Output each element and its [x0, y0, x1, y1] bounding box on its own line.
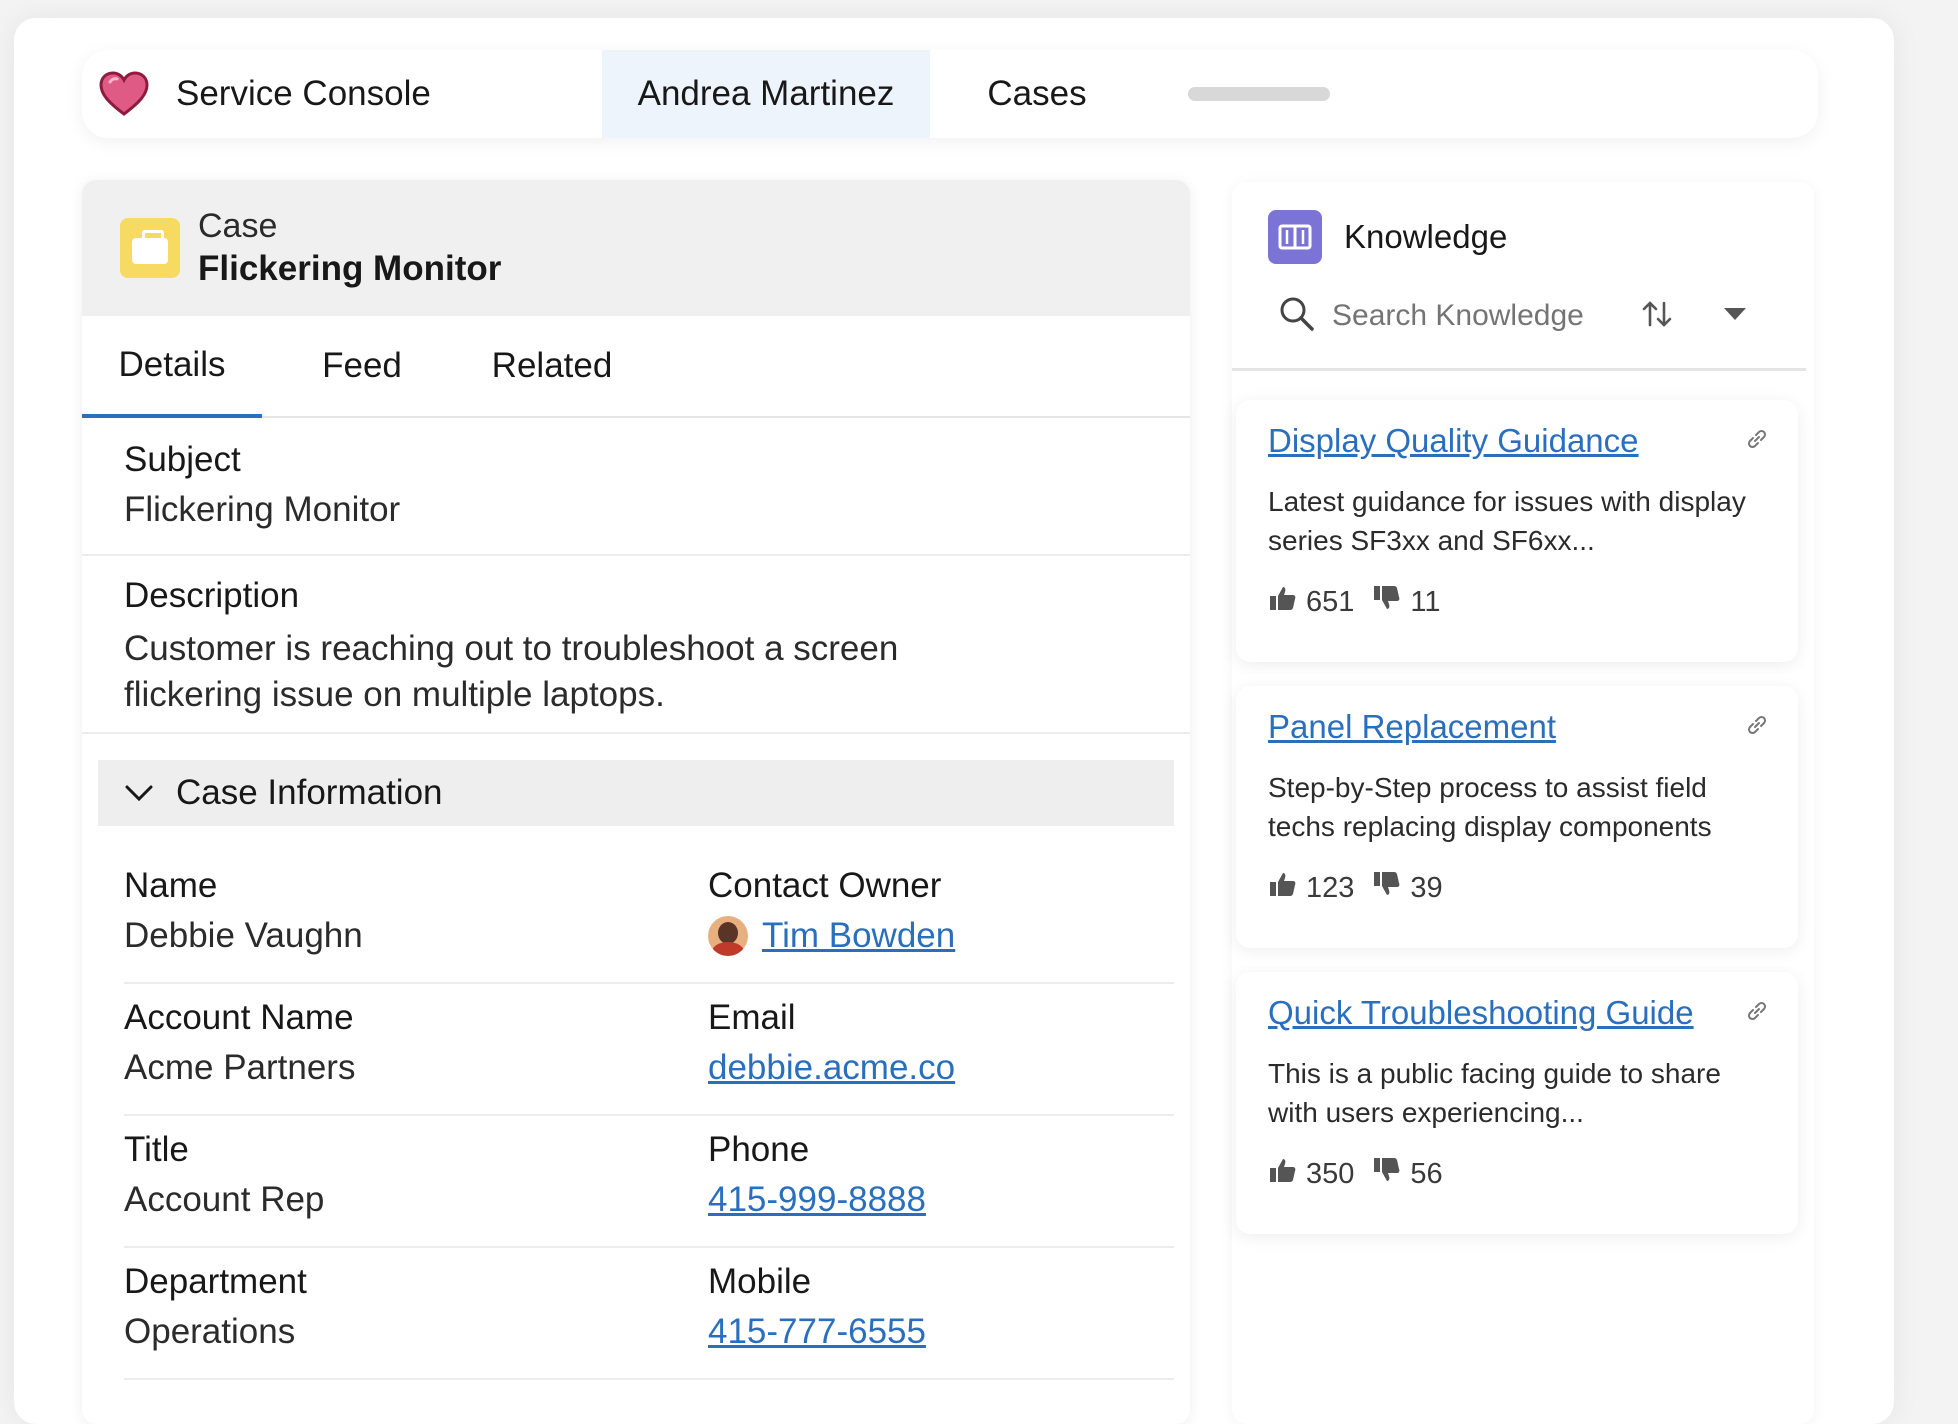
field-label: Title	[124, 1130, 189, 1169]
book-icon	[1268, 210, 1322, 264]
knowledge-header: Knowledge	[1232, 182, 1814, 264]
app-name: Service Console	[176, 74, 431, 113]
mobile-link[interactable]: 415-777-6555	[708, 1312, 1174, 1352]
subject-label: Subject	[124, 440, 241, 479]
account-name-field: Account Name Acme Partners	[124, 984, 708, 1116]
thumbs-down-icon[interactable]	[1372, 1156, 1402, 1192]
thumbs-down-icon[interactable]	[1372, 584, 1402, 620]
top-navigation: Service Console Andrea Martinez Cases	[82, 50, 1818, 138]
field-label: Email	[708, 998, 796, 1037]
loading-tab-placeholder	[1188, 87, 1330, 101]
email-link[interactable]: debbie.acme.co	[708, 1048, 1174, 1088]
description-field: Description Customer is reaching out to …	[82, 556, 1190, 734]
field-value: Debbie Vaughn	[124, 916, 363, 955]
field-label: Name	[124, 866, 218, 905]
subject-value: Flickering Monitor	[124, 490, 401, 529]
knowledge-title: Knowledge	[1344, 218, 1508, 255]
avatar	[708, 916, 748, 956]
downvote-count: 39	[1410, 871, 1443, 904]
mobile-field: Mobile 415-777-6555	[708, 1248, 1174, 1380]
article-title-link[interactable]: Display Quality Guidance	[1268, 422, 1639, 460]
divider	[1232, 368, 1806, 371]
downvote-count: 56	[1410, 1157, 1443, 1190]
sort-icon[interactable]	[1640, 297, 1680, 336]
field-label: Account Name	[124, 998, 354, 1037]
description-label: Description	[124, 576, 300, 615]
subject-field: Subject Flickering Monitor	[82, 418, 1190, 556]
field-label: Department	[124, 1262, 307, 1301]
name-field: Name Debbie Vaughn	[124, 852, 708, 984]
department-field: Department Operations	[124, 1248, 708, 1380]
tab-details[interactable]: Details	[82, 316, 262, 418]
link-icon[interactable]	[1746, 1000, 1768, 1027]
section-title: Case Information	[176, 773, 443, 812]
record-type-label: Case	[198, 207, 278, 245]
field-label: Mobile	[708, 1262, 812, 1301]
case-header: Case Flickering Monitor	[82, 180, 1190, 316]
briefcase-icon	[120, 218, 180, 278]
title-field: Title Account Rep	[124, 1116, 708, 1248]
article-votes: 350 56	[1268, 1156, 1768, 1192]
field-row: Department Operations Mobile 415-777-655…	[82, 1248, 1190, 1380]
chevron-down-icon[interactable]	[124, 778, 154, 808]
thumbs-up-icon[interactable]	[1268, 584, 1298, 620]
case-information-fields: Name Debbie Vaughn Contact Owner Tim Bow…	[82, 852, 1190, 1380]
case-title: Flickering Monitor	[198, 249, 502, 288]
tab-andrea-martinez[interactable]: Andrea Martinez	[602, 50, 930, 138]
article-votes: 651 11	[1268, 584, 1768, 620]
upvote-count: 123	[1306, 871, 1355, 904]
knowledge-article-card: Display Quality Guidance Latest guidance…	[1236, 400, 1798, 662]
field-row: Account Name Acme Partners Email debbie.…	[82, 984, 1190, 1116]
email-field: Email debbie.acme.co	[708, 984, 1174, 1116]
case-tabs: Details Feed Related	[82, 316, 1190, 418]
article-title-link[interactable]: Quick Troubleshooting Guide	[1268, 994, 1694, 1032]
tab-cases[interactable]: Cases	[930, 50, 1144, 138]
contact-owner-field: Contact Owner Tim Bowden	[708, 852, 1174, 984]
contact-owner-link[interactable]: Tim Bowden	[762, 916, 955, 956]
field-value: Account Rep	[124, 1180, 325, 1219]
field-value: Acme Partners	[124, 1048, 356, 1087]
field-label: Contact Owner	[708, 866, 942, 905]
knowledge-panel: Knowledge Search Knowledge Display Quali…	[1232, 182, 1814, 1424]
article-votes: 123 39	[1268, 870, 1768, 906]
knowledge-article-card: Quick Troubleshooting Guide This is a pu…	[1236, 972, 1798, 1234]
knowledge-article-card: Panel Replacement Step-by-Step process t…	[1236, 686, 1798, 948]
thumbs-up-icon[interactable]	[1268, 870, 1298, 906]
heart-icon	[96, 68, 152, 120]
knowledge-search[interactable]: Search Knowledge	[1278, 286, 1778, 346]
article-description: This is a public facing guide to share w…	[1268, 1058, 1721, 1128]
description-value: Customer is reaching out to troubleshoot…	[124, 629, 899, 714]
field-row: Title Account Rep Phone 415-999-8888	[82, 1116, 1190, 1248]
thumbs-up-icon[interactable]	[1268, 1156, 1298, 1192]
article-description: Step-by-Step process to assist field tec…	[1268, 772, 1712, 842]
article-description: Latest guidance for issues with display …	[1268, 486, 1746, 556]
search-icon	[1278, 295, 1316, 338]
app-brand: Service Console	[82, 68, 602, 120]
downvote-count: 11	[1410, 585, 1441, 618]
phone-link[interactable]: 415-999-8888	[708, 1180, 1174, 1220]
caret-down-icon[interactable]	[1722, 305, 1748, 328]
field-label: Phone	[708, 1130, 810, 1169]
field-value: Operations	[124, 1312, 296, 1351]
upvote-count: 651	[1306, 585, 1355, 618]
field-row: Name Debbie Vaughn Contact Owner Tim Bow…	[82, 852, 1190, 984]
owner-value: Tim Bowden	[708, 916, 1174, 956]
tab-feed[interactable]: Feed	[262, 316, 462, 416]
thumbs-down-icon[interactable]	[1372, 870, 1402, 906]
article-title-link[interactable]: Panel Replacement	[1268, 708, 1556, 746]
link-icon[interactable]	[1746, 428, 1768, 455]
case-information-section-header[interactable]: Case Information	[98, 760, 1174, 826]
phone-field: Phone 415-999-8888	[708, 1116, 1174, 1248]
search-input[interactable]: Search Knowledge	[1332, 299, 1632, 333]
tab-related[interactable]: Related	[462, 316, 642, 416]
link-icon[interactable]	[1746, 714, 1768, 741]
case-panel: Case Flickering Monitor Details Feed Rel…	[82, 180, 1190, 1424]
upvote-count: 350	[1306, 1157, 1355, 1190]
